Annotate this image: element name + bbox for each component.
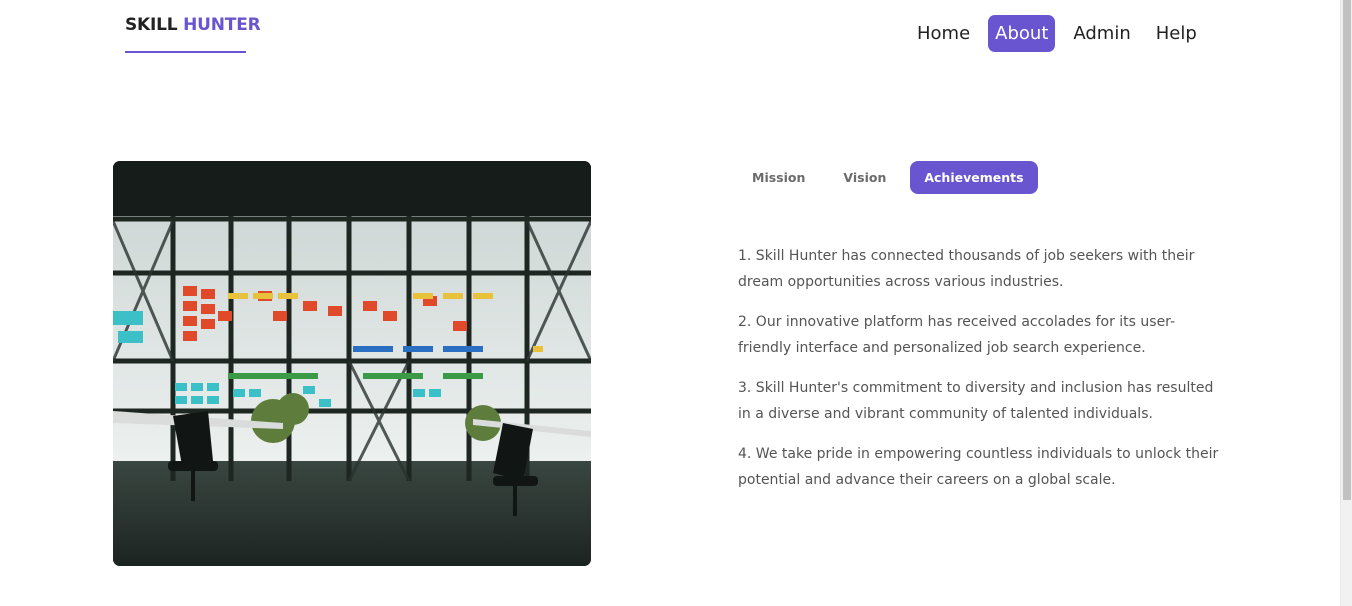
logo-text-primary: SKILL <box>125 15 178 35</box>
office-photo-illustration <box>113 161 591 566</box>
logo-underline <box>125 51 246 53</box>
tab-vision[interactable]: Vision <box>829 161 900 194</box>
nav-home[interactable]: Home <box>910 15 977 52</box>
logo[interactable]: SKILL HUNTER <box>125 15 261 35</box>
achievements-panel: 1. Skill Hunter has connected thousands … <box>738 243 1223 507</box>
nav-help[interactable]: Help <box>1149 15 1204 52</box>
achievement-item: 3. Skill Hunter's commitment to diversit… <box>738 380 1214 422</box>
office-photo <box>113 161 591 566</box>
achievement-item: 4. We take pride in empowering countless… <box>738 446 1219 488</box>
nav-about[interactable]: About <box>988 15 1056 52</box>
achievement-item: 2. Our innovative platform has received … <box>738 314 1176 356</box>
scrollbar-thumb[interactable] <box>1343 0 1351 500</box>
page-scrollbar[interactable] <box>1340 0 1352 606</box>
tab-achievements[interactable]: Achievements <box>910 161 1038 194</box>
about-tabs: Mission Vision Achievements <box>738 161 1048 194</box>
main-nav: Home About Admin Help <box>910 15 1215 52</box>
tab-mission[interactable]: Mission <box>738 161 819 194</box>
about-page: SKILL HUNTER Home About Admin Help Missi… <box>0 0 1352 606</box>
achievement-item: 1. Skill Hunter has connected thousands … <box>738 248 1195 290</box>
logo-text-accent: HUNTER <box>183 15 261 35</box>
nav-admin[interactable]: Admin <box>1066 15 1137 52</box>
